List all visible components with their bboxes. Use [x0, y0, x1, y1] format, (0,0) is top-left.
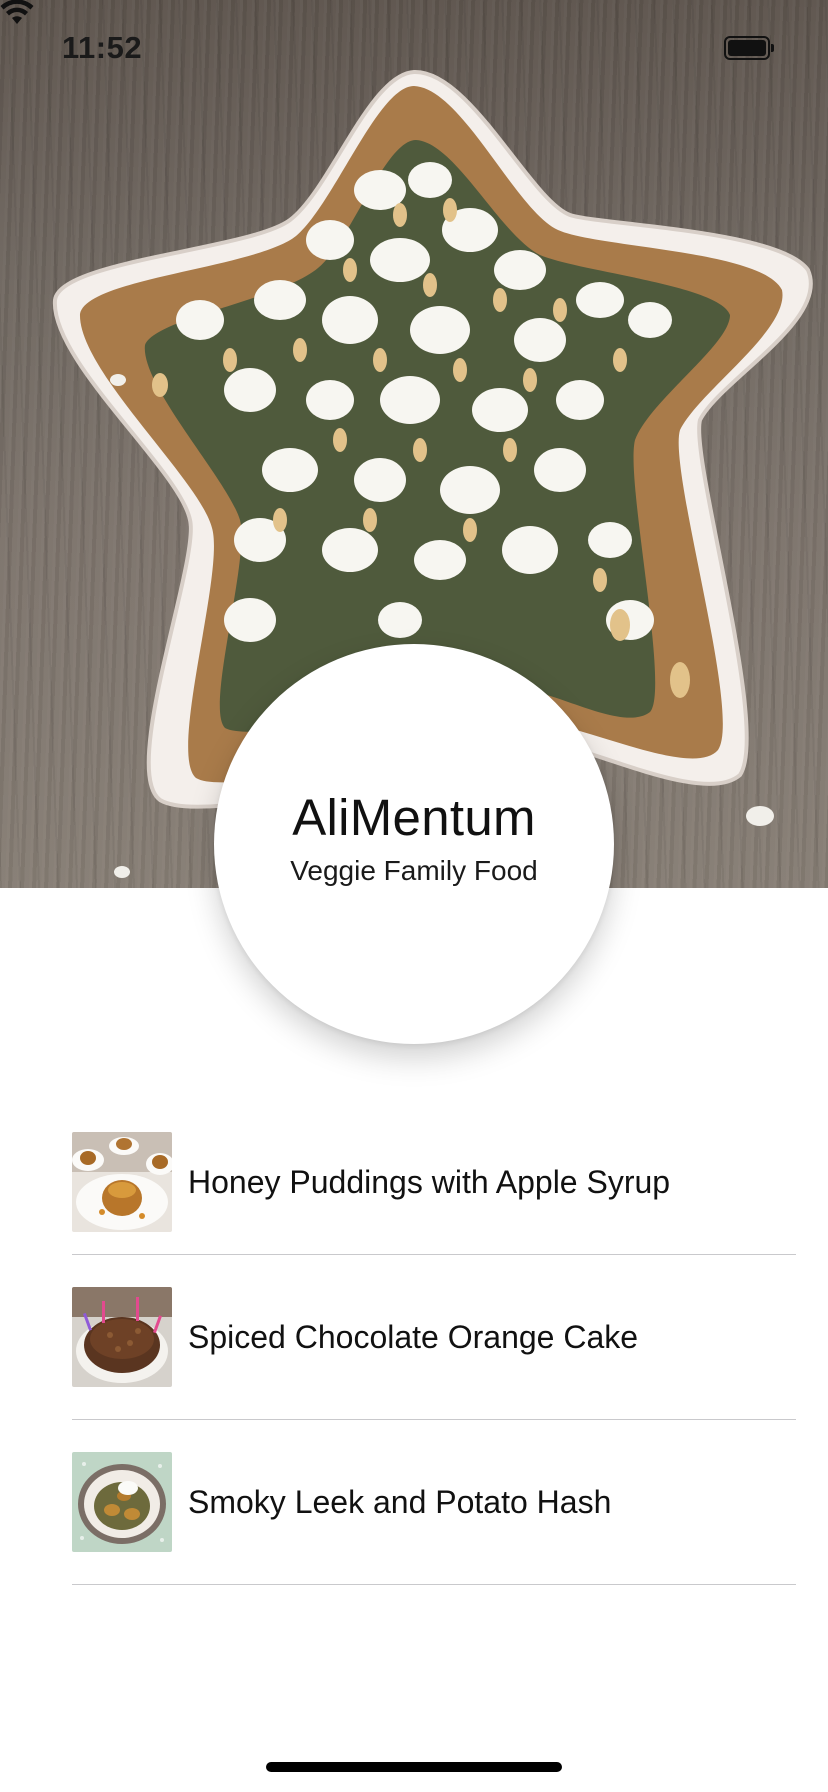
- chocolate-cake-image: [72, 1287, 172, 1387]
- status-icons: [0, 0, 774, 60]
- status-bar: 11:52: [0, 0, 828, 96]
- battery-icon: [724, 36, 774, 60]
- screen: 11:52 AliMentum Veggie Family Food Honey…: [0, 0, 828, 1792]
- app-subtitle: Veggie Family Food: [290, 854, 538, 886]
- recipe-name: Spiced Chocolate Orange Cake: [188, 1318, 639, 1355]
- recipe-row-leek-potato-hash[interactable]: Smoky Leek and Potato Hash: [72, 1420, 796, 1585]
- leek-potato-hash-image: [72, 1452, 172, 1552]
- recipe-row-chocolate-cake[interactable]: Spiced Chocolate Orange Cake: [72, 1255, 796, 1420]
- wifi-icon: [0, 0, 34, 24]
- honey-puddings-image: [72, 1132, 172, 1232]
- app-title: AliMentum: [292, 788, 536, 846]
- status-time: 11:52: [62, 30, 143, 65]
- home-indicator[interactable]: [266, 1762, 562, 1772]
- recipe-list: Honey Puddings with Apple Syrup Spiced C…: [72, 1110, 796, 1585]
- title-circle: AliMentum Veggie Family Food: [214, 644, 614, 1044]
- recipe-name: Smoky Leek and Potato Hash: [188, 1483, 612, 1520]
- recipe-row-honey-puddings[interactable]: Honey Puddings with Apple Syrup: [72, 1110, 796, 1255]
- recipe-name: Honey Puddings with Apple Syrup: [188, 1163, 671, 1200]
